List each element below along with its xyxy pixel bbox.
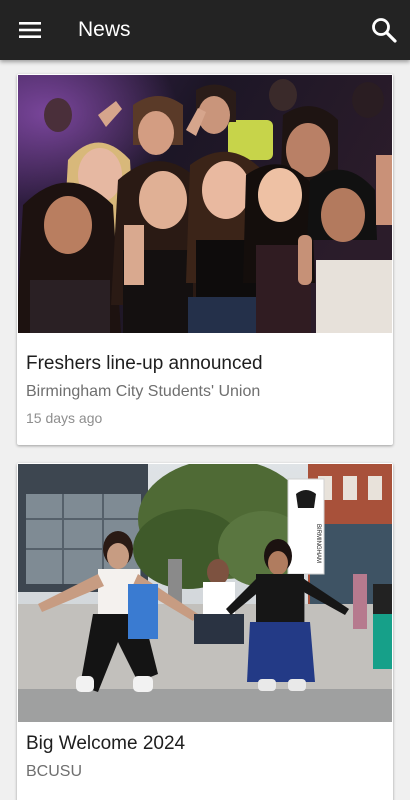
page-title: News xyxy=(78,18,131,41)
article-source: Birmingham City Students' Union xyxy=(26,383,261,400)
article-title: Freshers line-up announced xyxy=(26,353,263,374)
menu-button[interactable] xyxy=(10,10,50,50)
search-icon xyxy=(372,18,397,43)
article-timestamp: 15 days ago xyxy=(26,410,103,426)
article-title: Big Welcome 2024 xyxy=(26,733,186,754)
article-image: BIRMINGHAM xyxy=(18,464,392,722)
photo-crowd-at-party xyxy=(18,75,392,333)
article-image xyxy=(18,75,392,333)
search-button[interactable] xyxy=(362,8,406,52)
svg-text:BIRMINGHAM: BIRMINGHAM xyxy=(315,524,321,563)
article-source: BCUSU xyxy=(26,763,83,780)
news-card[interactable]: BIRMINGHAM Big Welcome 2024 BCUSU xyxy=(17,463,393,800)
menu-icon xyxy=(19,22,41,38)
app-bar: News xyxy=(0,0,410,60)
photo-students-dancing-outdoors: BIRMINGHAM xyxy=(18,464,392,722)
news-feed[interactable]: Freshers line-up announced Birmingham Ci… xyxy=(0,60,410,800)
news-card[interactable]: Freshers line-up announced Birmingham Ci… xyxy=(17,74,393,445)
